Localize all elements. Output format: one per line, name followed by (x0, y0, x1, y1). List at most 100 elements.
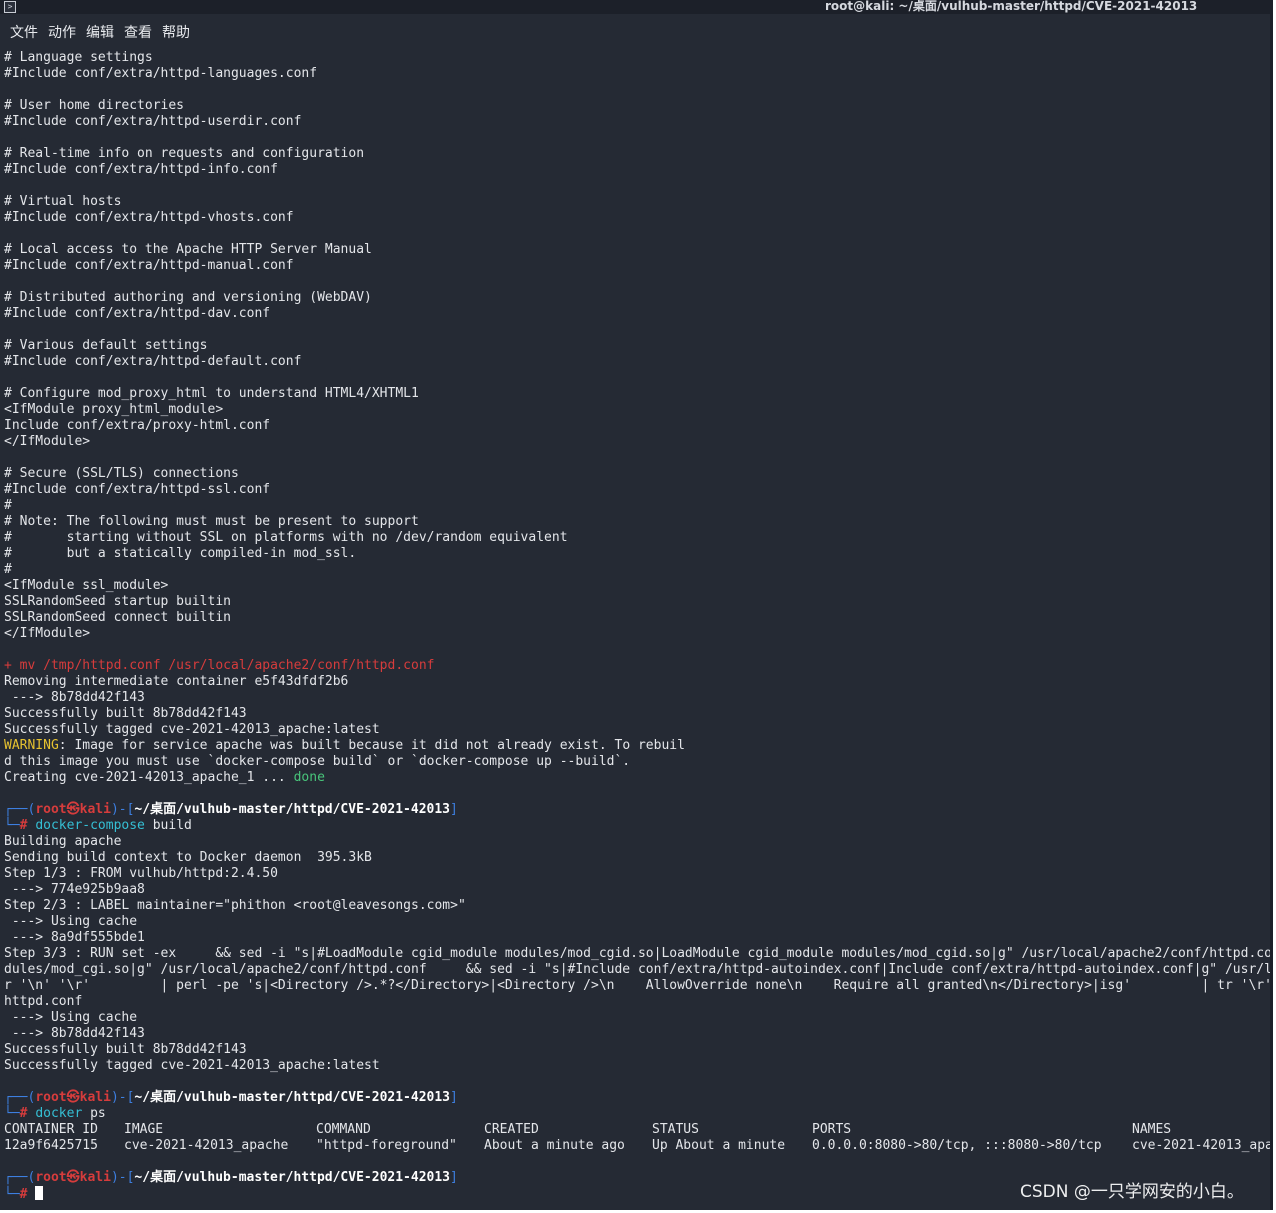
config-line: # Various default settings (4, 338, 208, 353)
build-line: Step 1/3 : FROM vulhub/httpd:2.4.50 (4, 866, 278, 881)
ps-cell: cve-2021-42013_apache (124, 1138, 289, 1153)
menu-bar: 文件 动作 编辑 查看 帮助 (0, 22, 195, 44)
build-output: Building apache Sending build context to … (4, 834, 1273, 1074)
scrollbar[interactable] (1270, 0, 1273, 1210)
ps-header: CREATED (484, 1122, 539, 1137)
warning-line-2: d this image you must use `docker-compos… (4, 754, 631, 769)
config-line: #Include conf/extra/httpd-info.conf (4, 162, 278, 177)
config-line: # Real-time info on requests and configu… (4, 146, 365, 161)
config-output: # Language settings #Include conf/extra/h… (4, 50, 1273, 658)
tagged-line: Successfully tagged cve-2021-42013_apach… (4, 722, 380, 737)
config-line: # (4, 498, 12, 513)
config-line (4, 450, 1273, 466)
watermark: CSDN @一只学网安的小白。 (1020, 1182, 1244, 1202)
build-line: ---> Using cache (4, 914, 138, 929)
config-line (4, 226, 1273, 242)
build-line: httpd.conf (4, 994, 83, 1009)
text-cursor[interactable] (35, 1186, 44, 1200)
ps-cell: 12a9f6425715 (4, 1138, 98, 1153)
config-line: #Include conf/extra/httpd-ssl.conf (4, 482, 271, 497)
prompt-bracket: ┌──( (4, 1170, 36, 1185)
prompt-hash: # (19, 1187, 28, 1202)
config-line (4, 130, 1273, 146)
command-line: └─# docker-compose build (4, 818, 1273, 834)
ps-cell: About a minute ago (484, 1138, 625, 1153)
build-line: Successfully tagged cve-2021-42013_apach… (4, 1058, 380, 1073)
prompt-user: root㉿kali (35, 802, 111, 817)
config-line: #Include conf/extra/httpd-vhosts.conf (4, 210, 294, 225)
menu-edit[interactable]: 编辑 (81, 22, 119, 44)
command-name: docker (35, 1106, 83, 1121)
build-line: ---> 8a9df555bde1 (4, 930, 145, 945)
prompt-path: ~/桌面/vulhub-master/httpd/CVE-2021-42013 (134, 1170, 451, 1185)
config-line: # Note: The following must must be prese… (4, 514, 419, 529)
menu-file[interactable]: 文件 (5, 22, 43, 44)
prompt-corner: └─ (4, 818, 20, 833)
build-line: ---> 774e925b9aa8 (4, 882, 145, 897)
creating-text: Creating cve-2021-42013_apache_1 ... (4, 770, 294, 785)
command-arg: build (144, 818, 192, 833)
config-line: #Include conf/extra/httpd-manual.conf (4, 258, 294, 273)
prompt-line: ┌──(root㉿kali)-[~/桌面/vulhub-master/httpd… (4, 1090, 1273, 1106)
config-line: # Local access to the Apache HTTP Server… (4, 242, 372, 257)
prompt-hash: # (19, 1106, 28, 1121)
build-line: Step 2/3 : LABEL maintainer="phithon <ro… (4, 898, 466, 913)
prompt-path: ~/桌面/vulhub-master/httpd/CVE-2021-42013 (134, 802, 451, 817)
title-bar: > root@kali: ~/桌面/vulhub-master/httpd/CV… (0, 0, 1273, 14)
prompt-corner: └─ (4, 1187, 20, 1202)
menu-view[interactable]: 查看 (119, 22, 157, 44)
arrow-line: ---> 8b78dd42f143 (4, 690, 145, 705)
terminal-output[interactable]: # Language settings #Include conf/extra/h… (4, 50, 1273, 1210)
ps-header: CONTAINER ID (4, 1122, 98, 1137)
ps-data-row: 12a9f6425715 cve-2021-42013_apache "http… (4, 1138, 1273, 1154)
config-line: #Include conf/extra/httpd-default.conf (4, 354, 302, 369)
creating-line: Creating cve-2021-42013_apache_1 ... don… (4, 770, 1273, 786)
prompt-line: ┌──(root㉿kali)-[~/桌面/vulhub-master/httpd… (4, 802, 1273, 818)
build-line: ---> 8b78dd42f143 (4, 1026, 145, 1041)
config-line: SSLRandomSeed startup builtin (4, 594, 231, 609)
prompt-bracket: )-[ (110, 1090, 135, 1105)
mv-line: + mv /tmp/httpd.conf /usr/local/apache2/… (4, 658, 435, 673)
prompt-bracket: ] (450, 1090, 458, 1105)
config-line (4, 322, 1273, 338)
ps-header-row: CONTAINER ID IMAGE COMMAND CREATED STATU… (4, 1122, 1273, 1138)
config-line: # Language settings (4, 50, 153, 65)
ps-header: PORTS (812, 1122, 852, 1137)
prompt-corner: └─ (4, 1106, 20, 1121)
terminal-icon[interactable]: > (4, 1, 16, 13)
config-line (4, 642, 1273, 658)
command-arg: ps (82, 1106, 106, 1121)
config-line: # but a statically compiled-in mod_ssl. (4, 546, 357, 561)
command-name: docker-compose (35, 818, 145, 833)
terminal-window: > root@kali: ~/桌面/vulhub-master/httpd/CV… (0, 0, 1273, 1210)
ps-cell: 0.0.0.0:8080->80/tcp, :::8080->80/tcp (812, 1138, 1102, 1153)
config-line: #Include conf/extra/httpd-dav.conf (4, 306, 271, 321)
ps-header: NAMES (1132, 1122, 1172, 1137)
build-line: Sending build context to Docker daemon 3… (4, 850, 372, 865)
warning-label: WARNING (4, 738, 59, 753)
prompt-bracket: )-[ (110, 802, 135, 817)
config-line (4, 82, 1273, 98)
ps-cell: "httpd-foreground" (316, 1138, 457, 1153)
removing-line: Removing intermediate container e5f43dfd… (4, 674, 349, 689)
window-title: root@kali: ~/桌面/vulhub-master/httpd/CVE-… (825, 0, 1198, 13)
config-line: #Include conf/extra/httpd-languages.conf (4, 66, 318, 81)
prompt-bracket: ] (450, 1170, 458, 1185)
ps-header: STATUS (652, 1122, 699, 1137)
config-line (4, 178, 1273, 194)
config-line: #Include conf/extra/httpd-userdir.conf (4, 114, 302, 129)
ps-header: COMMAND (316, 1122, 371, 1137)
config-line: # User home directories (4, 98, 185, 113)
menu-help[interactable]: 帮助 (157, 22, 195, 44)
ps-cell: cve-2021-42013_apache_1 (1132, 1138, 1273, 1153)
warning-line: WARNING: Image for service apache was bu… (4, 738, 1273, 754)
config-line: </IfModule> (4, 626, 91, 641)
build-line: ---> Using cache (4, 1010, 138, 1025)
menu-action[interactable]: 动作 (43, 22, 81, 44)
config-line: # Distributed authoring and versioning (… (4, 290, 372, 305)
config-line (4, 370, 1273, 386)
config-line: # (4, 562, 12, 577)
config-line: # Virtual hosts (4, 194, 122, 209)
config-line: <IfModule proxy_html_module> (4, 402, 224, 417)
config-line: Include conf/extra/proxy-html.conf (4, 418, 271, 433)
